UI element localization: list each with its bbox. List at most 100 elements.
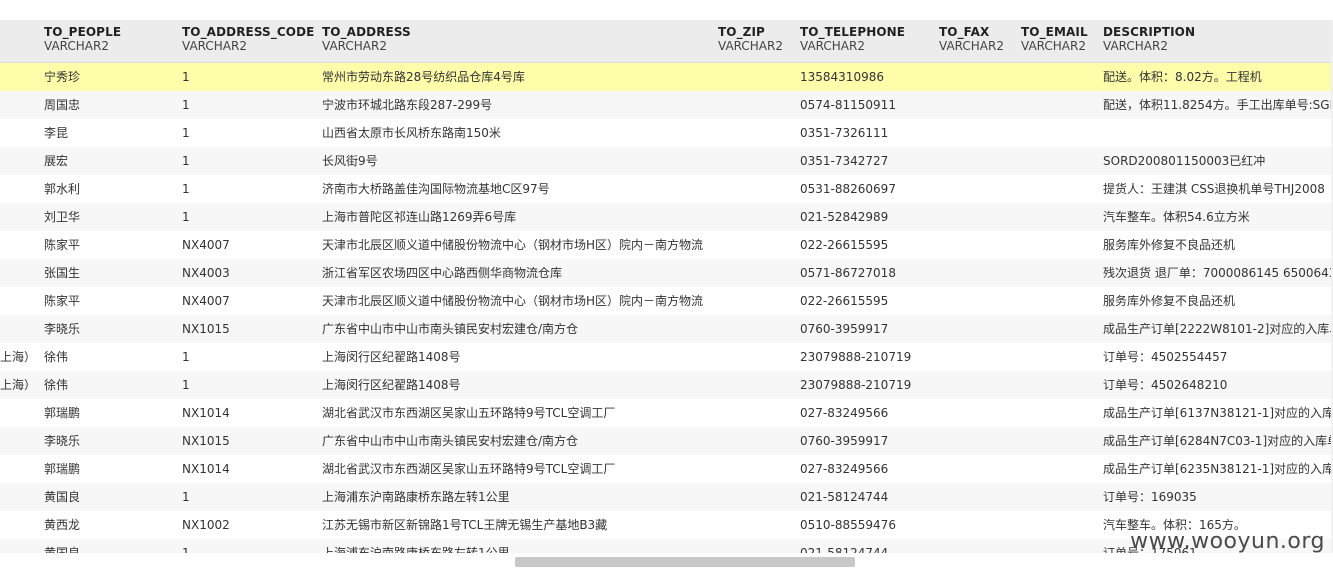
to-zip-cell[interactable] bbox=[718, 119, 794, 147]
scrollbar-thumb[interactable] bbox=[515, 557, 855, 567]
to-email-cell[interactable] bbox=[1021, 483, 1097, 511]
column-header-to-people[interactable]: TO_PEOPLE VARCHAR2 bbox=[44, 25, 121, 54]
to-people-cell[interactable]: 张国生 bbox=[44, 259, 174, 287]
row-prefix-cell[interactable] bbox=[0, 203, 40, 231]
to-zip-cell[interactable] bbox=[718, 287, 794, 315]
to-address-code-cell[interactable]: NX1014 bbox=[182, 399, 314, 427]
row-prefix-cell[interactable] bbox=[0, 259, 40, 287]
row-prefix-cell[interactable] bbox=[0, 315, 40, 343]
table-row[interactable]: 李晓乐 NX1015 广东省中山市中山市南头镇民安村宏建仓/南方仓 0760-3959… bbox=[0, 315, 1333, 344]
to-fax-cell[interactable] bbox=[939, 259, 1015, 287]
to-people-cell[interactable]: 黄西龙 bbox=[44, 511, 174, 539]
to-people-cell[interactable]: 郭瑞鹏 bbox=[44, 399, 174, 427]
to-telephone-cell[interactable]: 021-58124744 bbox=[800, 539, 932, 553]
table-row[interactable]: 展宏 1 长风街9号 0351-7342727 SORD200801150003已红冲 bbox=[0, 147, 1333, 176]
description-cell[interactable]: SORD200801150003已红冲 bbox=[1103, 147, 1333, 175]
to-address-cell[interactable]: 天津市北辰区顺义道中储股份物流中心（钢材市场H区）院内－南方物流 bbox=[322, 287, 710, 315]
row-prefix-cell[interactable] bbox=[0, 63, 40, 91]
to-telephone-cell[interactable]: 022-26615595 bbox=[800, 287, 932, 315]
to-telephone-cell[interactable]: 0760-3959917 bbox=[800, 315, 932, 343]
to-address-cell[interactable]: 上海市普陀区祁连山路1269弄6号库 bbox=[322, 203, 710, 231]
to-email-cell[interactable] bbox=[1021, 231, 1097, 259]
to-people-cell[interactable]: 李晓乐 bbox=[44, 427, 174, 455]
table-row[interactable]: 张国生 NX4003 浙江省军区农场四区中心路西侧华商物流仓库 0571-867270… bbox=[0, 259, 1333, 288]
to-zip-cell[interactable] bbox=[718, 455, 794, 483]
table-row[interactable]: 郭水利 1 济南市大桥路盖佳沟国际物流基地C区97号 0531-88260697 提货人… bbox=[0, 175, 1333, 204]
to-fax-cell[interactable] bbox=[939, 539, 1015, 553]
to-address-code-cell[interactable]: 1 bbox=[182, 203, 314, 231]
to-telephone-cell[interactable]: 021-52842989 bbox=[800, 203, 932, 231]
to-address-cell[interactable]: 广东省中山市中山市南头镇民安村宏建仓/南方仓 bbox=[322, 315, 710, 343]
row-prefix-cell[interactable] bbox=[0, 175, 40, 203]
to-fax-cell[interactable] bbox=[939, 119, 1015, 147]
to-address-code-cell[interactable]: 1 bbox=[182, 147, 314, 175]
to-address-cell[interactable]: 浙江省军区农场四区中心路西侧华商物流仓库 bbox=[322, 259, 710, 287]
to-address-code-cell[interactable]: NX1015 bbox=[182, 427, 314, 455]
to-people-cell[interactable]: 陈家平 bbox=[44, 231, 174, 259]
to-people-cell[interactable]: 陈家平 bbox=[44, 287, 174, 315]
to-address-code-cell[interactable]: 1 bbox=[182, 343, 314, 371]
to-address-cell[interactable]: 天津市北辰区顺义道中储股份物流中心（钢材市场H区）院内－南方物流 bbox=[322, 231, 710, 259]
to-address-code-cell[interactable]: NX1002 bbox=[182, 511, 314, 539]
table-row[interactable]: 周国忠 1 宁波市环城北路东段287-299号 0574-81150911 配送，体积1… bbox=[0, 91, 1333, 120]
description-cell[interactable]: 服务库外修复不良品还机 bbox=[1103, 287, 1333, 315]
row-prefix-cell[interactable] bbox=[0, 231, 40, 259]
to-zip-cell[interactable] bbox=[718, 371, 794, 399]
to-email-cell[interactable] bbox=[1021, 427, 1097, 455]
table-row[interactable]: 郭瑞鹏 NX1014 湖北省武汉市东西湖区吴家山五环路特9号TCL空调工厂 027-8… bbox=[0, 455, 1333, 484]
description-cell[interactable]: 成品生产订单[6284N7C03-1]对应的入库单 bbox=[1103, 427, 1333, 455]
column-header-to-telephone[interactable]: TO_TELEPHONE VARCHAR2 bbox=[800, 25, 905, 54]
column-header-to-fax[interactable]: TO_FAX VARCHAR2 bbox=[939, 25, 1004, 54]
to-telephone-cell[interactable]: 021-58124744 bbox=[800, 483, 932, 511]
to-email-cell[interactable] bbox=[1021, 259, 1097, 287]
to-zip-cell[interactable] bbox=[718, 399, 794, 427]
description-cell[interactable]: 服务库外修复不良品还机 bbox=[1103, 231, 1333, 259]
description-cell[interactable]: 订单号：169035 bbox=[1103, 483, 1333, 511]
to-zip-cell[interactable] bbox=[718, 511, 794, 539]
to-address-code-cell[interactable]: NX4007 bbox=[182, 231, 314, 259]
row-prefix-cell[interactable] bbox=[0, 91, 40, 119]
to-zip-cell[interactable] bbox=[718, 91, 794, 119]
row-prefix-cell[interactable] bbox=[0, 399, 40, 427]
to-fax-cell[interactable] bbox=[939, 175, 1015, 203]
to-address-code-cell[interactable]: 1 bbox=[182, 539, 314, 553]
to-people-cell[interactable]: 李昆 bbox=[44, 119, 174, 147]
description-cell[interactable]: 订单号：4502648210 bbox=[1103, 371, 1333, 399]
to-address-cell[interactable]: 济南市大桥路盖佳沟国际物流基地C区97号 bbox=[322, 175, 710, 203]
to-email-cell[interactable] bbox=[1021, 315, 1097, 343]
table-row[interactable]: 上海） 徐伟 1 上海闵行区纪翟路1408号 23079888-210719 订单号：45… bbox=[0, 343, 1333, 372]
to-fax-cell[interactable] bbox=[939, 511, 1015, 539]
column-header-to-address-code[interactable]: TO_ADDRESS_CODE VARCHAR2 bbox=[182, 25, 314, 54]
column-header-to-email[interactable]: TO_EMAIL VARCHAR2 bbox=[1021, 25, 1088, 54]
to-fax-cell[interactable] bbox=[939, 63, 1015, 91]
column-header-description[interactable]: DESCRIPTION VARCHAR2 bbox=[1103, 25, 1195, 54]
table-row[interactable]: 刘卫华 1 上海市普陀区祁连山路1269弄6号库 021-52842989 汽车整车。体… bbox=[0, 203, 1333, 232]
to-telephone-cell[interactable]: 0351-7342727 bbox=[800, 147, 932, 175]
to-email-cell[interactable] bbox=[1021, 511, 1097, 539]
description-cell[interactable]: 成品生产订单[2222W8101-2]对应的入库单 bbox=[1103, 315, 1333, 343]
description-cell[interactable]: 提货人：王建淇 CSS退换机单号THJ2008 bbox=[1103, 175, 1333, 203]
table-row-selected[interactable]: 宁秀珍 1 常州市劳动东路28号纺织品仓库4号库 13584310986 配送。体积：8… bbox=[0, 63, 1333, 92]
to-email-cell[interactable] bbox=[1021, 91, 1097, 119]
description-cell[interactable]: 成品生产订单[6235N38121-1]对应的入库单 bbox=[1103, 455, 1333, 483]
to-fax-cell[interactable] bbox=[939, 343, 1015, 371]
to-address-code-cell[interactable]: NX4007 bbox=[182, 287, 314, 315]
row-prefix-cell[interactable]: 上海） bbox=[0, 343, 40, 371]
to-telephone-cell[interactable]: 0760-3959917 bbox=[800, 427, 932, 455]
to-email-cell[interactable] bbox=[1021, 539, 1097, 553]
to-fax-cell[interactable] bbox=[939, 315, 1015, 343]
to-address-cell[interactable]: 湖北省武汉市东西湖区吴家山五环路特9号TCL空调工厂 bbox=[322, 399, 710, 427]
to-people-cell[interactable]: 宁秀珍 bbox=[44, 63, 174, 91]
to-email-cell[interactable] bbox=[1021, 455, 1097, 483]
to-address-cell[interactable]: 上海浦东沪南路康桥东路左转1公里 bbox=[322, 539, 710, 553]
to-fax-cell[interactable] bbox=[939, 483, 1015, 511]
to-email-cell[interactable] bbox=[1021, 343, 1097, 371]
table-row[interactable]: 郭瑞鹏 NX1014 湖北省武汉市东西湖区吴家山五环路特9号TCL空调工厂 027-8… bbox=[0, 399, 1333, 428]
to-address-code-cell[interactable]: 1 bbox=[182, 483, 314, 511]
to-address-cell[interactable]: 上海浦东沪南路康桥东路左转1公里 bbox=[322, 483, 710, 511]
description-cell[interactable]: 订单号：4502554457 bbox=[1103, 343, 1333, 371]
to-address-cell[interactable]: 山西省太原市长风桥东路南150米 bbox=[322, 119, 710, 147]
to-zip-cell[interactable] bbox=[718, 259, 794, 287]
to-fax-cell[interactable] bbox=[939, 231, 1015, 259]
description-cell[interactable]: 残次退货 退厂单：7000086145 65006433 bbox=[1103, 259, 1333, 287]
